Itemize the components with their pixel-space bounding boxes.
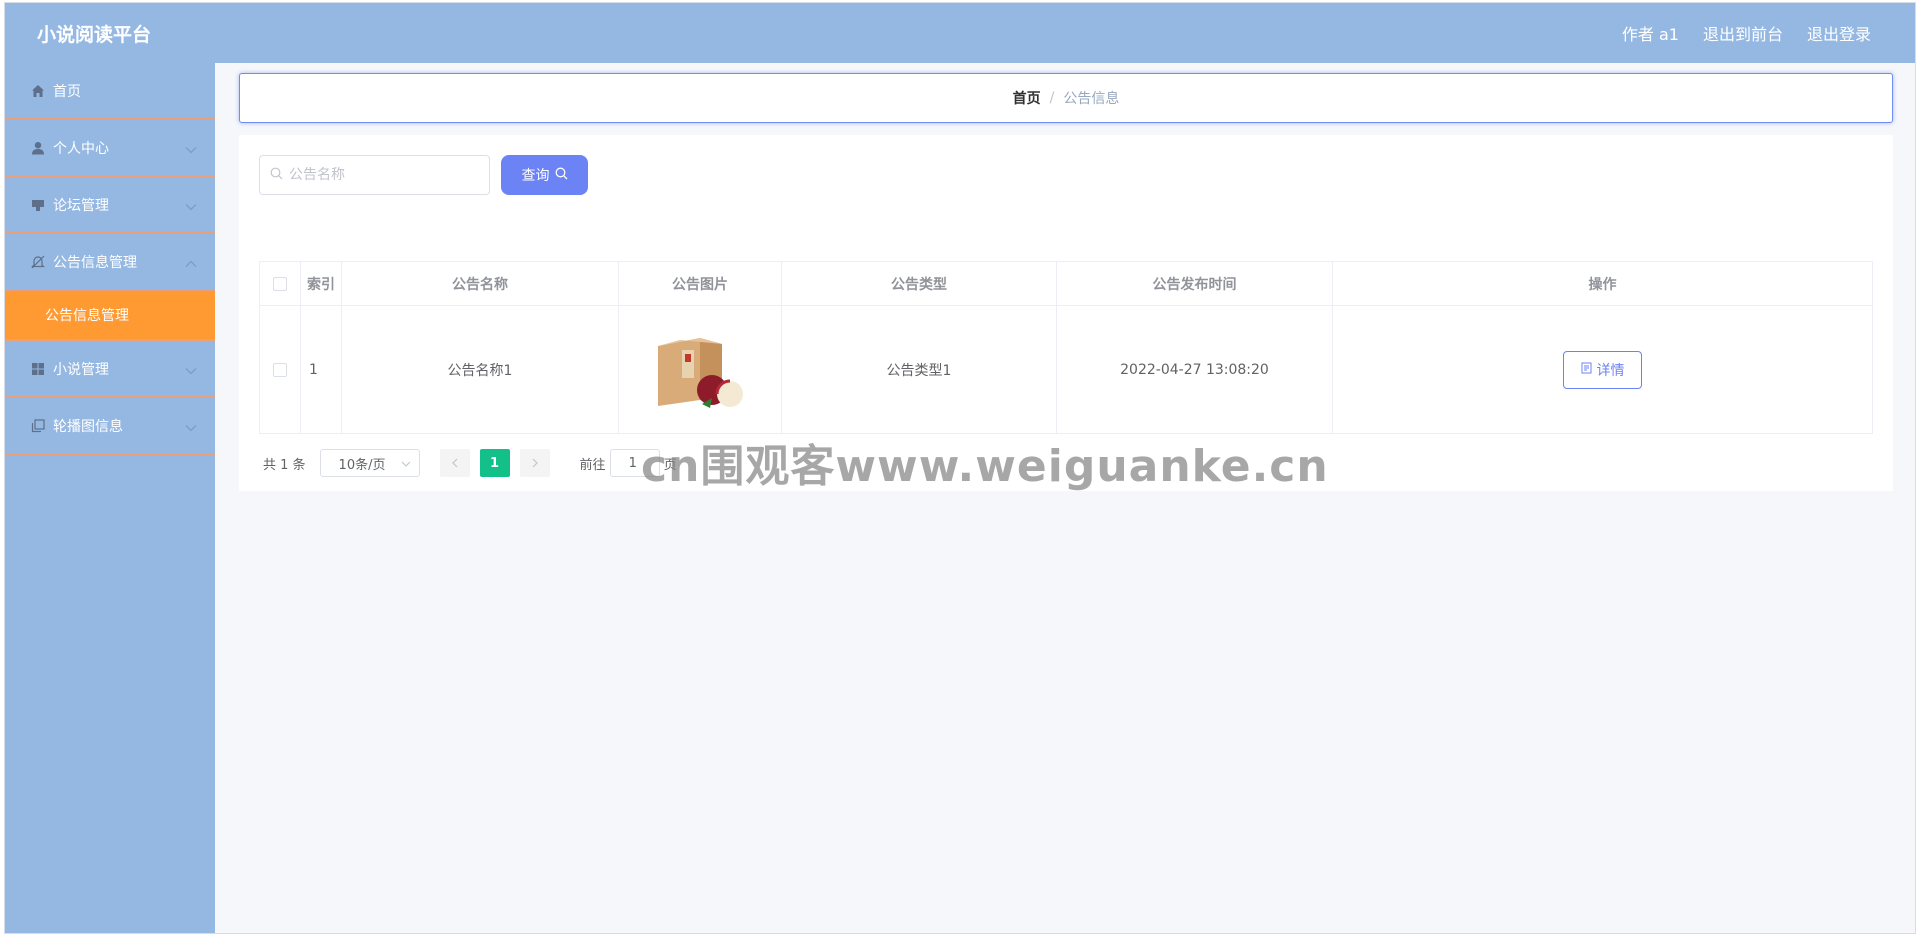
chevron-down-icon: [185, 199, 197, 215]
column-header: 公告图片: [618, 261, 782, 306]
sidebar-item-label: 轮播图信息: [53, 418, 123, 435]
sidebar-item-notice-management[interactable]: 公告信息管理: [5, 234, 215, 291]
chevron-down-icon: [185, 142, 197, 158]
row-image-cell: [618, 305, 782, 434]
sidebar-item-forum[interactable]: 论坛管理: [5, 177, 215, 234]
query-button[interactable]: 查询: [501, 155, 588, 195]
main-area: 首页 / 公告信息 查询 索引: [215, 63, 1915, 933]
column-header: 操作: [1332, 261, 1873, 306]
carousel-icon: [29, 417, 47, 435]
header-links: 作者 a1 退出到前台 退出登录: [1622, 21, 1871, 45]
pagination: 共 1 条 10条/页 1 前往 1 页: [263, 449, 677, 477]
breadcrumb: 首页 / 公告信息: [239, 73, 1893, 123]
page-size-value: 10条/页: [338, 457, 386, 473]
top-header: 小说阅读平台 作者 a1 退出到前台 退出登录: [5, 3, 1915, 63]
breadcrumb-current: 公告信息: [1063, 91, 1120, 107]
sidebar-item-label: 首页: [53, 83, 81, 100]
sidebar-item-label: 论坛管理: [53, 197, 109, 214]
sidebar-item-home[interactable]: 首页: [5, 63, 215, 120]
exit-to-frontend-link[interactable]: 退出到前台: [1703, 21, 1783, 45]
search-field[interactable]: [259, 155, 490, 195]
breadcrumb-home[interactable]: 首页: [1013, 88, 1041, 108]
watermark-text: cn围观客www.weiguanke.cn: [641, 441, 1329, 492]
sidebar-item-label: 小说管理: [53, 361, 109, 378]
chevron-up-icon: [185, 256, 197, 272]
column-header: 索引: [300, 261, 342, 306]
select-all-cell: [259, 261, 301, 306]
forum-icon: [29, 196, 47, 214]
page-jump-label: 前往: [579, 457, 606, 473]
table-row: 1 公告名称1 公告类型1 2022-04-27 13:08:20 详情: [259, 305, 1873, 434]
sidebar-item-carousel[interactable]: 轮播图信息: [5, 398, 215, 455]
grid-icon: [29, 360, 47, 378]
column-header: 公告类型: [781, 261, 1057, 306]
row-name: 公告名称1: [341, 305, 619, 434]
row-checkbox[interactable]: [273, 362, 287, 377]
page-size-select[interactable]: 10条/页: [319, 449, 420, 477]
breadcrumb-separator: /: [1049, 90, 1055, 106]
product-photo: [650, 317, 750, 418]
column-header: 公告名称: [341, 261, 619, 306]
table-header-row: 索引 公告名称 公告图片 公告类型 公告发布时间 操作: [259, 261, 1873, 306]
prev-page-button[interactable]: [439, 449, 470, 477]
chevron-down-icon: [401, 456, 411, 471]
chevron-right-icon: [532, 458, 538, 468]
sidebar-item-personal-center[interactable]: 个人中心: [5, 120, 215, 177]
column-header: 公告发布时间: [1056, 261, 1333, 306]
chevron-down-icon: [185, 363, 197, 379]
home-icon: [29, 82, 47, 100]
brand-title: 小说阅读平台: [37, 23, 152, 46]
sidebar-subitem-notice-management[interactable]: 公告信息管理: [5, 291, 215, 341]
detail-button-label: 详情: [1596, 362, 1625, 379]
sidebar-item-label: 公告信息管理: [53, 254, 137, 271]
row-select-cell: [259, 305, 301, 434]
select-all-checkbox[interactable]: [273, 276, 287, 291]
search-icon: [555, 167, 568, 184]
detail-button[interactable]: 详情: [1563, 350, 1642, 389]
sidebar: 首页 个人中心 论坛管理 公告信息管理 公告信息管理 小说管理 轮播图信息: [5, 63, 215, 933]
notice-table: 索引 公告名称 公告图片 公告类型 公告发布时间 操作 1 公告名称1 公告类型…: [259, 261, 1873, 434]
row-time: 2022-04-27 13:08:20: [1056, 305, 1333, 434]
row-type: 公告类型1: [781, 305, 1057, 434]
search-input[interactable]: [289, 167, 479, 183]
notice-icon: [29, 253, 47, 271]
row-action-cell: 详情: [1332, 305, 1873, 434]
chevron-left-icon: [451, 458, 457, 468]
sidebar-item-novel-management[interactable]: 小说管理: [5, 341, 215, 398]
next-page-button[interactable]: [519, 449, 550, 477]
app-frame: 小说阅读平台 作者 a1 退出到前台 退出登录 首页 个人中心 论坛管理 公告信…: [4, 2, 1916, 934]
row-index: 1: [300, 305, 342, 434]
document-icon: [1581, 362, 1592, 378]
chevron-down-icon: [185, 420, 197, 436]
user-icon: [29, 139, 47, 157]
query-button-label: 查询: [521, 168, 550, 184]
search-icon: [270, 167, 283, 184]
pagination-total: 共 1 条: [263, 457, 306, 473]
logout-link[interactable]: 退出登录: [1807, 21, 1871, 45]
author-link[interactable]: 作者 a1: [1622, 21, 1679, 45]
sidebar-item-label: 个人中心: [53, 140, 109, 157]
page-number-current[interactable]: 1: [479, 449, 510, 477]
